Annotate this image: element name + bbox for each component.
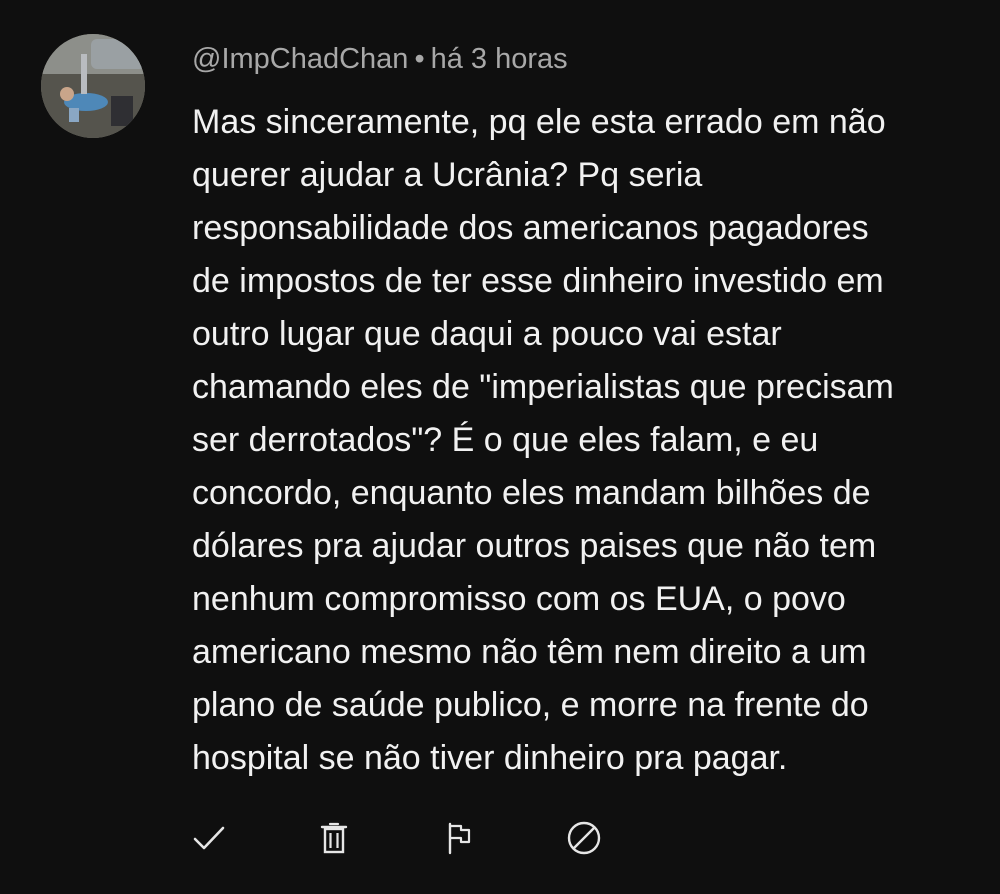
comment-actions xyxy=(0,810,1000,866)
hide-user-button[interactable] xyxy=(556,810,612,866)
comment-card: @ImpChadChan • há 3 horas Mas sinceramente… xyxy=(0,0,1000,894)
block-icon xyxy=(567,821,601,855)
approve-button[interactable] xyxy=(181,810,237,866)
report-button[interactable] xyxy=(431,810,487,866)
flag-icon xyxy=(448,822,471,855)
comment-text: Mas sinceramente, pq ele esta errado em … xyxy=(192,103,894,777)
comment-header: @ImpChadChan • há 3 horas xyxy=(192,40,568,78)
separator-dot: • xyxy=(414,43,425,75)
delete-button[interactable] xyxy=(306,810,362,866)
timestamp[interactable]: há 3 horas xyxy=(431,43,568,75)
check-icon xyxy=(193,826,225,850)
author-name[interactable]: @ImpChadChan xyxy=(192,43,408,75)
avatar[interactable] xyxy=(41,34,145,138)
trash-icon xyxy=(320,822,348,854)
avatar-photo-icon xyxy=(41,34,145,138)
